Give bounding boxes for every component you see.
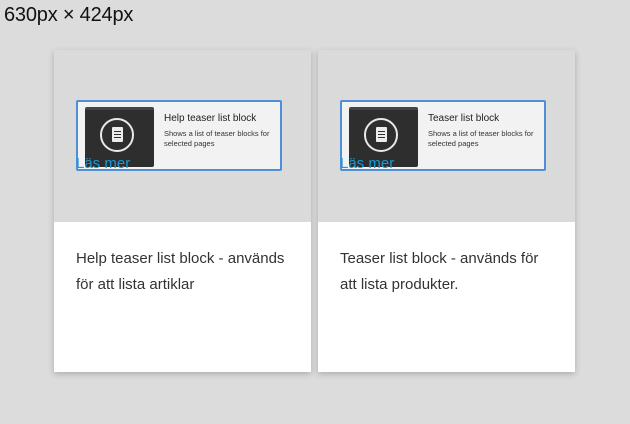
card-description: Teaser list block - används för att list… [340,250,539,293]
preview-title: Teaser list block [428,113,500,124]
card-description: Help teaser list block - används för att… [76,250,285,293]
card-body: Help teaser list block - används för att… [54,222,311,372]
card-thumbnail: Teaser list block Shows a list of teaser… [318,50,575,222]
dimension-label: 630px × 424px [4,4,134,26]
block-card-teaser-list[interactable]: Teaser list block Shows a list of teaser… [318,50,575,372]
preview-description: Shows a list of teaser blocks for select… [428,129,534,148]
card-thumbnail: Help teaser list block Shows a list of t… [54,50,311,222]
read-more-link[interactable]: Läs mer [76,155,130,172]
block-card-help-teaser-list[interactable]: Help teaser list block Shows a list of t… [54,50,311,372]
document-icon [100,118,134,152]
preview-description: Shows a list of teaser blocks for select… [164,129,270,148]
preview-title: Help teaser list block [164,113,257,124]
document-icon [364,118,398,152]
read-more-link[interactable]: Läs mer [340,155,394,172]
card-body: Teaser list block - används för att list… [318,222,575,372]
